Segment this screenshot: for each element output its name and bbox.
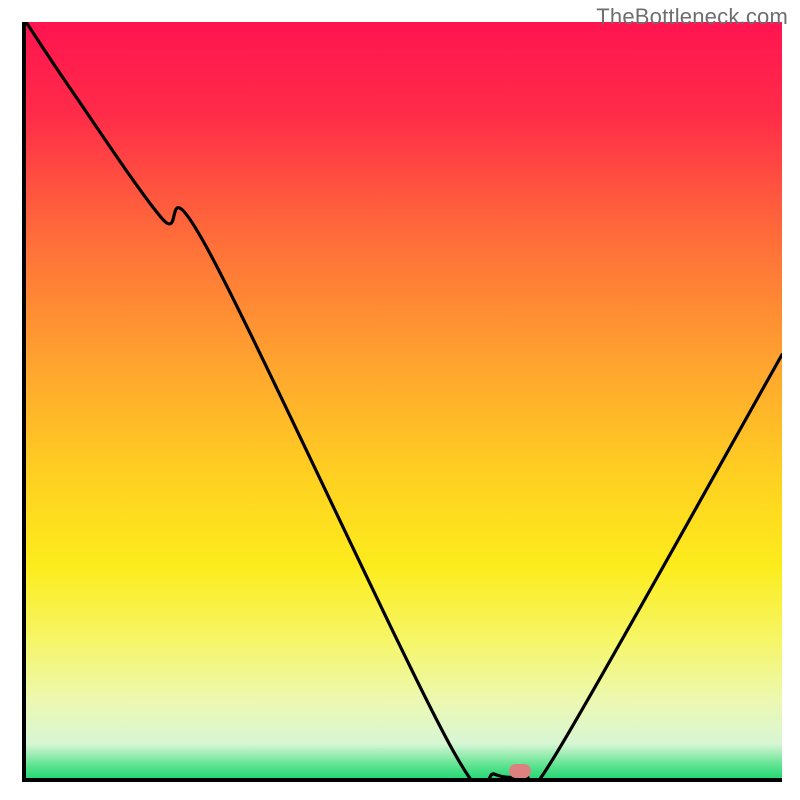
watermark-text: TheBottleneck.com (596, 4, 788, 30)
plot-area (22, 22, 782, 782)
chart-container: TheBottleneck.com (0, 0, 800, 800)
optimal-point-marker (509, 764, 531, 778)
bottleneck-curve (26, 22, 782, 778)
